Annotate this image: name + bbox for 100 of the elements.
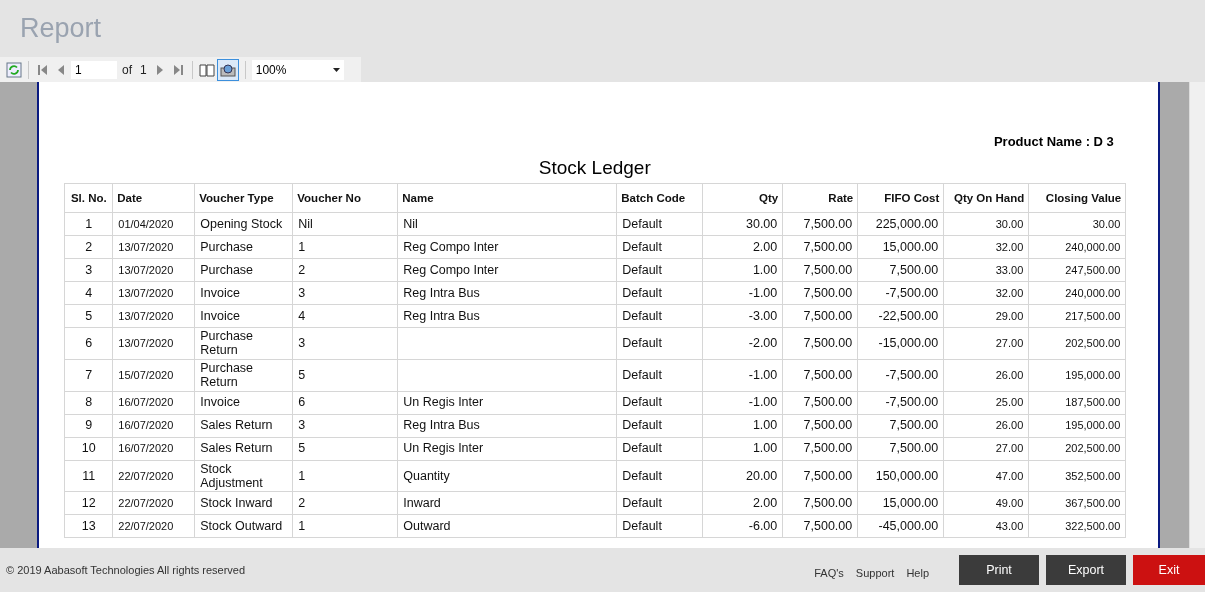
footer-link[interactable]: Support [855,567,895,579]
action-button[interactable]: Print [959,555,1039,585]
table-cell: Default [616,391,703,414]
table-cell: -6.00 [702,514,783,538]
page-number-field[interactable]: 1 [71,60,117,79]
table-cell: Stock Outward [194,514,293,538]
table-cell: Default [616,281,703,305]
table-cell: 13/07/2020 [112,258,195,282]
table-cell: 16/07/2020 [112,437,195,460]
refresh-icon[interactable] [6,61,22,78]
of-label: of [121,62,133,77]
table-cell: Invoice [194,281,293,305]
table-cell: 1 [292,460,398,492]
table-cell: 2 [292,258,398,282]
exit-button[interactable]: Exit [1133,555,1205,585]
table-cell: 4 [292,304,398,328]
copyright-text: © 2019 Aabasoft Technologies All rights reserved [6,564,247,576]
table-cell: 7,500.00 [857,437,944,460]
table-cell: 7,500.00 [782,437,858,460]
table-cell: Default [616,304,703,328]
table-cell: Quantity [397,460,617,492]
table-cell: 202,500.00 [1028,327,1126,360]
table-cell: 1.00 [702,258,783,282]
table-cell: 15/07/2020 [112,359,195,391]
table-cell: 15,000.00 [857,491,944,515]
table-cell: 13/07/2020 [112,327,195,360]
table-cell: Purchase [194,235,293,259]
table-cell: 47.00 [943,460,1029,492]
table-cell: 01/04/2020 [112,212,195,236]
table-cell: 32.00 [943,281,1029,305]
book-icon[interactable] [198,61,215,78]
table-cell: 7,500.00 [782,281,858,305]
table-cell: 16/07/2020 [112,391,195,414]
column-header: Voucher Type [194,183,293,213]
action-button[interactable]: Export [1046,555,1126,585]
table-cell: 195,000.00 [1028,359,1126,391]
table-cell: -1.00 [702,391,783,414]
table-cell: 7,500.00 [782,514,858,538]
table-cell: 16/07/2020 [112,414,195,437]
table-cell: 5 [64,304,113,328]
table-cell: -22,500.00 [857,304,944,328]
table-cell: 10 [64,437,113,460]
table-cell: 3 [292,327,398,360]
table-cell: 187,500.00 [1028,391,1126,414]
table-cell: Stock Inward [194,491,293,515]
table-cell: 8 [64,391,113,414]
table-cell: 352,500.00 [1028,460,1126,492]
table-cell: 7,500.00 [782,391,858,414]
table-cell: 2 [292,491,398,515]
footer-link[interactable]: Help [906,567,929,579]
table-cell: Default [616,514,703,538]
table-cell: Stock Adjustment [194,460,293,492]
table-cell: Default [616,491,703,515]
table-cell: 247,500.00 [1028,258,1126,282]
column-header: Voucher No [292,183,398,213]
scrollbar[interactable] [1189,82,1205,548]
table-cell: Reg Compo Inter [397,235,617,259]
table-cell: Inward [397,491,617,515]
table-cell: Sales Return [194,437,293,460]
table-cell: Nil [292,212,398,236]
table-cell: Nil [397,212,617,236]
table-cell: 49.00 [943,491,1029,515]
table-cell: 3 [292,414,398,437]
table-cell: 7,500.00 [782,491,858,515]
table-cell: 13/07/2020 [112,235,195,259]
footer-link[interactable]: FAQ's [814,567,844,579]
table-cell: 225,000.00 [857,212,944,236]
table-cell: 22/07/2020 [112,491,195,515]
report-title: Stock Ledger [537,157,652,179]
table-cell: 7 [64,359,113,391]
table-cell: 6 [292,391,398,414]
column-header: Date [112,183,195,213]
column-header: Closing Value [1028,183,1126,213]
table-cell: 217,500.00 [1028,304,1126,328]
table-cell: 6 [64,327,113,360]
table-cell: 7,500.00 [782,327,858,360]
column-header: Batch Code [616,183,703,213]
table-cell: Outward [397,514,617,538]
table-cell: Invoice [194,391,293,414]
table-cell: Reg Intra Bus [397,414,617,437]
table-cell: 20.00 [702,460,783,492]
table-cell: Default [616,460,703,492]
table-cell: 2.00 [702,491,783,515]
print-layout-button[interactable] [216,58,239,81]
table-cell: -7,500.00 [857,359,944,391]
table-cell: 7,500.00 [782,258,858,282]
table-cell: -7,500.00 [857,281,944,305]
table-cell: Un Regis Inter [397,437,617,460]
table-cell: 7,500.00 [782,235,858,259]
table-cell: Reg Compo Inter [397,258,617,282]
table-cell: -2.00 [702,327,783,360]
table-cell: 7,500.00 [857,258,944,282]
table-cell: Default [616,212,703,236]
column-header: Sl. No. [64,183,113,213]
table-cell: 30.00 [702,212,783,236]
table-cell: Invoice [194,304,293,328]
zoom-dropdown[interactable]: 100% [251,59,344,80]
table-cell: -3.00 [702,304,783,328]
table-cell: 5 [292,437,398,460]
table-cell: -1.00 [702,281,783,305]
